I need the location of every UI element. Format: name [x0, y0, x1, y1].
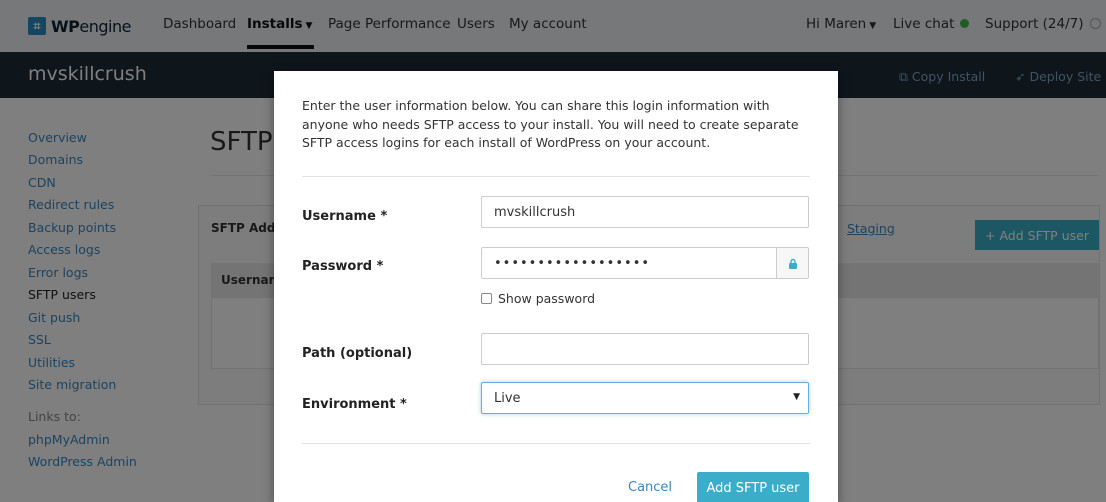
- modal-divider-bottom: [302, 443, 810, 444]
- show-password-row[interactable]: Show password: [481, 291, 595, 306]
- show-password-checkbox[interactable]: [481, 293, 492, 304]
- password-input[interactable]: [482, 248, 777, 278]
- lock-icon: [788, 258, 797, 269]
- username-input[interactable]: [481, 196, 809, 228]
- environment-label: Environment *: [302, 397, 407, 412]
- add-sftp-user-button[interactable]: Add SFTP user: [697, 472, 809, 502]
- password-addon[interactable]: [776, 248, 808, 278]
- modal-intro-text: Enter the user information below. You ca…: [302, 98, 799, 150]
- username-label: Username *: [302, 209, 388, 224]
- path-label: Path (optional): [302, 346, 413, 361]
- environment-select[interactable]: Live ▼: [481, 382, 809, 414]
- path-input[interactable]: [481, 333, 809, 365]
- caret-down-icon: ▼: [793, 392, 800, 402]
- show-password-label: Show password: [498, 291, 596, 306]
- environment-selected-value: Live: [494, 391, 521, 406]
- password-field: [481, 247, 809, 279]
- add-sftp-user-modal: Enter the user information below. You ca…: [274, 71, 838, 502]
- modal-divider-top: [302, 176, 810, 177]
- cancel-button[interactable]: Cancel: [628, 480, 672, 495]
- password-label: Password *: [302, 259, 384, 274]
